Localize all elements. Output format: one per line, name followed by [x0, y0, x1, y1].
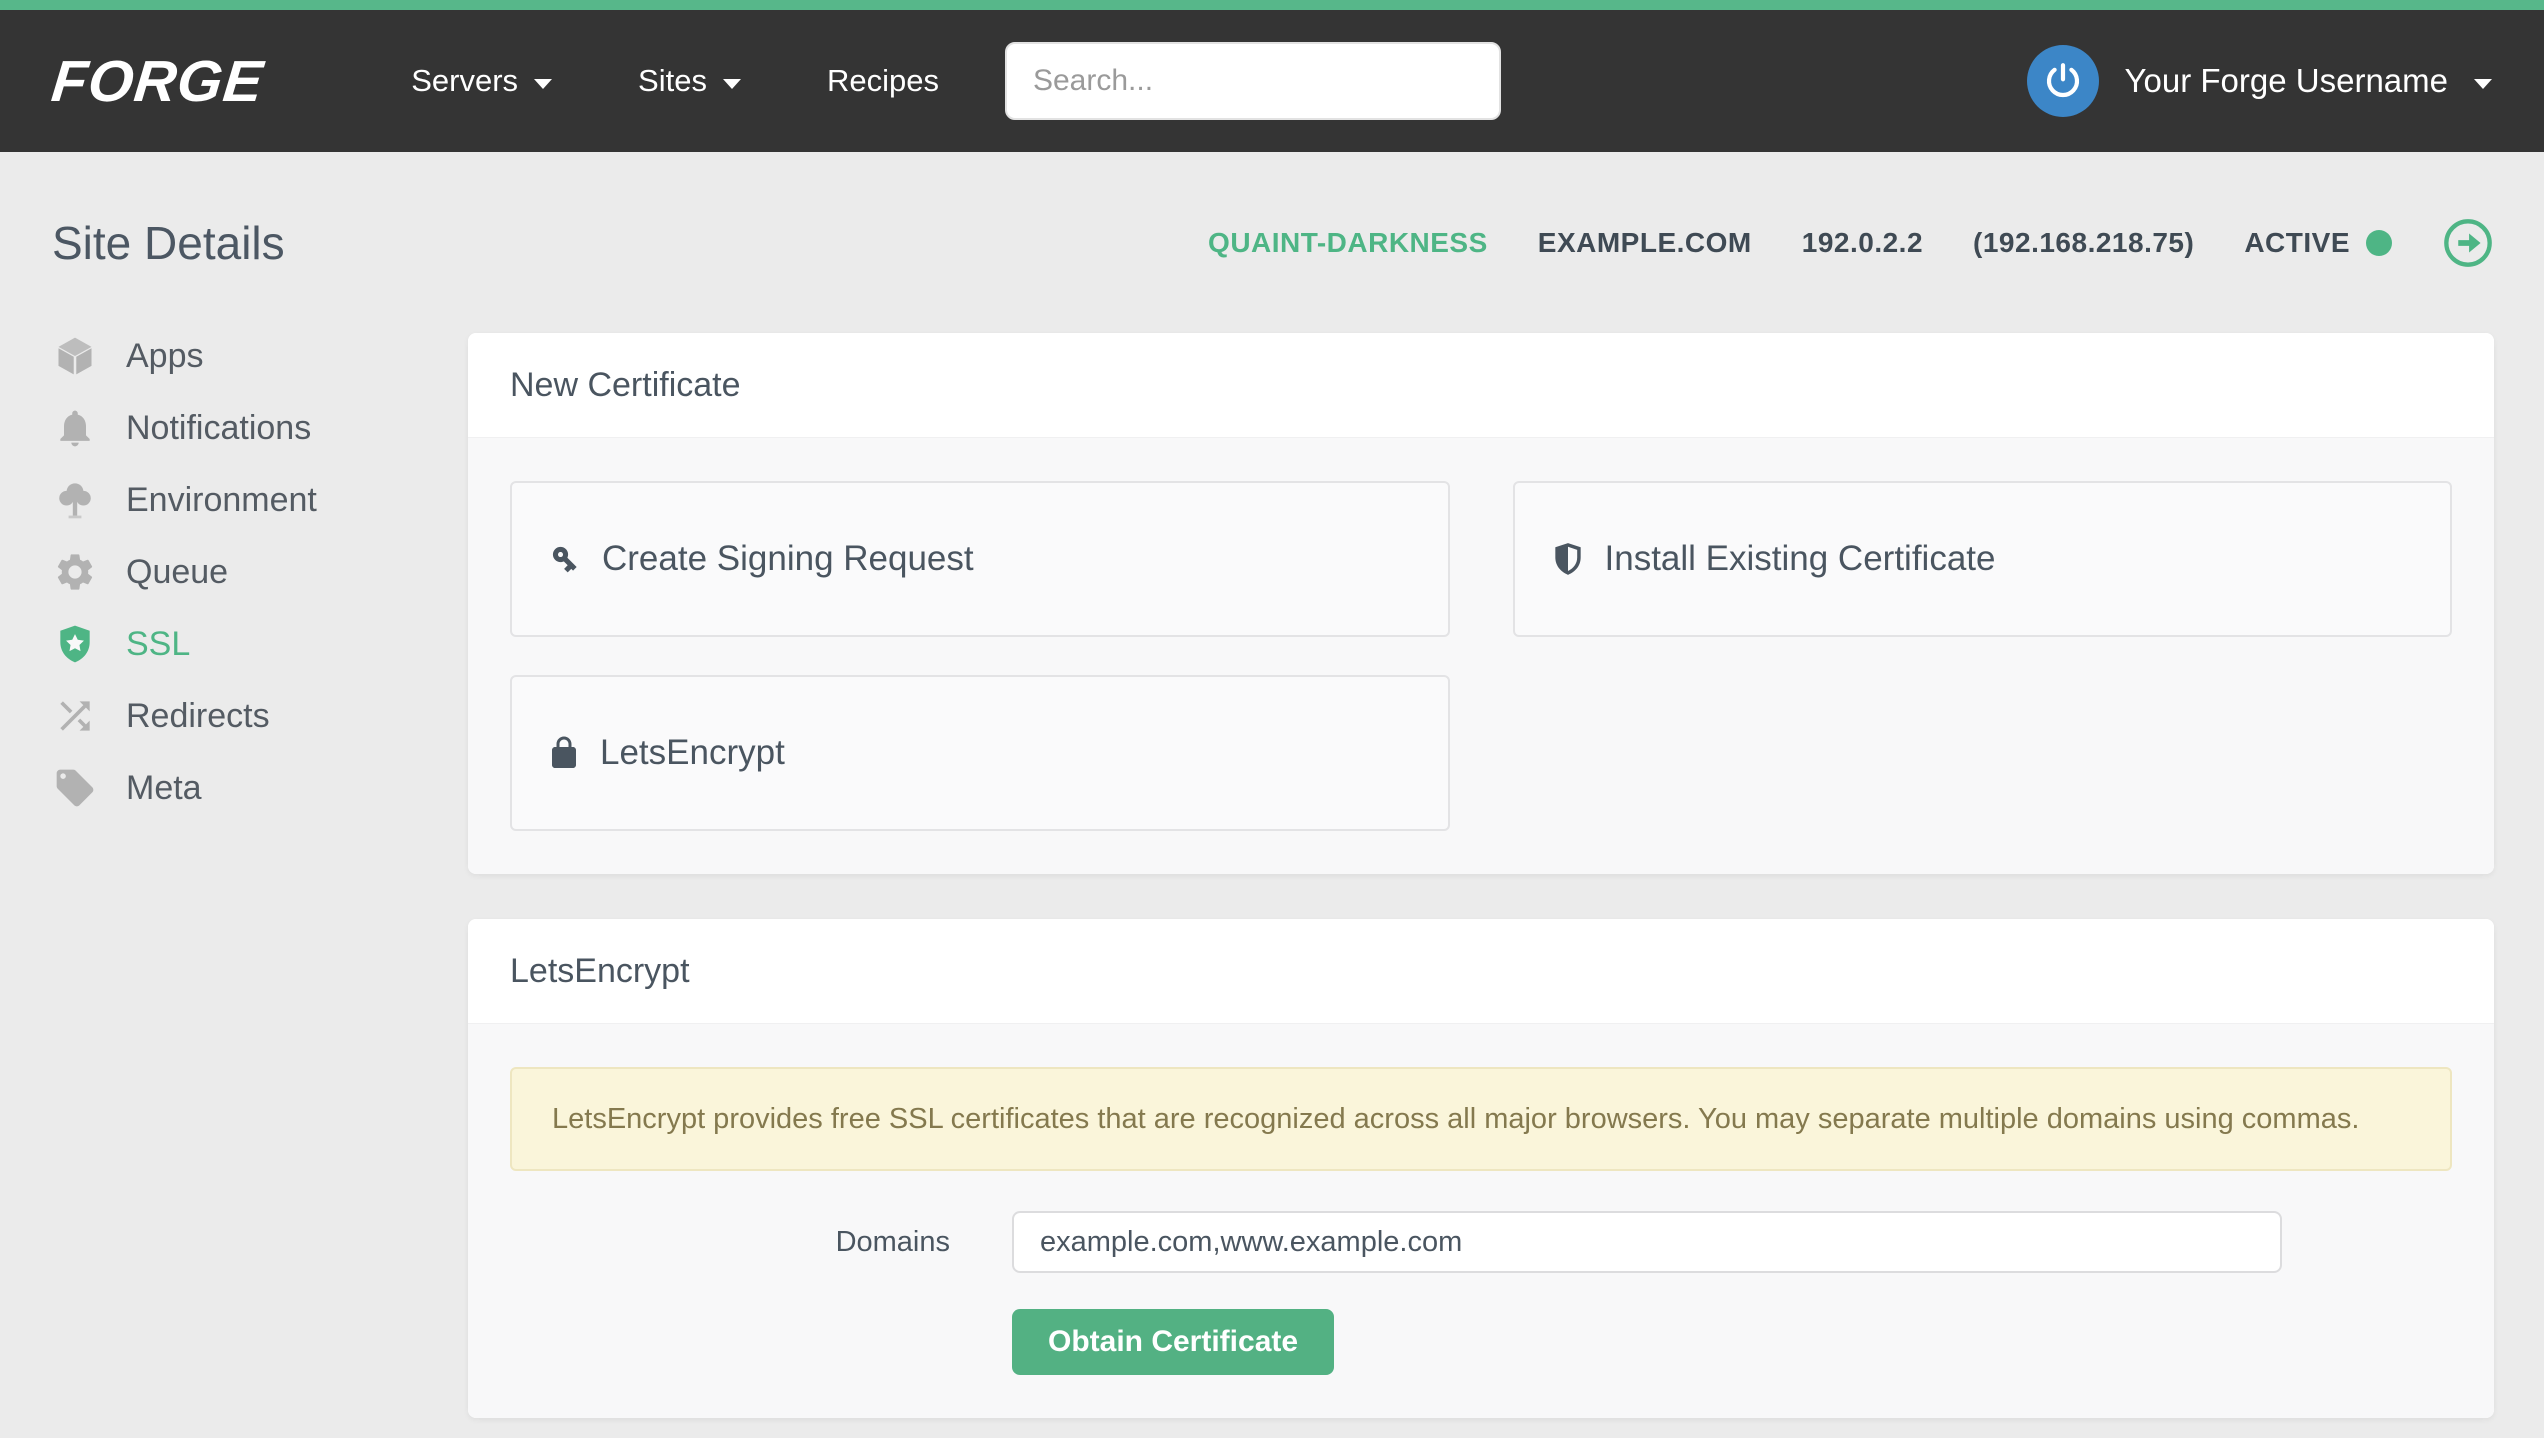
forge-logo[interactable]: FORGE	[48, 48, 266, 115]
server-private-ip: (192.168.218.75)	[1973, 227, 2194, 259]
new-certificate-panel: New Certificate	[468, 333, 2494, 874]
tree-icon	[52, 477, 98, 523]
server-name-link[interactable]: QUAINT-DARKNESS	[1208, 227, 1488, 259]
sidebar-item-label: Redirects	[126, 697, 270, 736]
site-sidebar: Apps Notifications	[52, 320, 468, 824]
status-dot-icon	[2366, 230, 2392, 256]
sidebar-item-label: Queue	[126, 553, 228, 592]
page-title: Site Details	[52, 216, 285, 270]
card-label: Create Signing Request	[602, 539, 974, 579]
obtain-certificate-button[interactable]: Obtain Certificate	[1012, 1309, 1334, 1375]
shield-icon	[1549, 540, 1587, 578]
content-layout: Apps Notifications	[52, 320, 2494, 1418]
site-domain-link[interactable]: EXAMPLE.COM	[1538, 227, 1752, 259]
server-ip: 192.0.2.2	[1802, 227, 1923, 259]
sidebar-item-label: Notifications	[126, 409, 311, 448]
site-meta-bar: QUAINT-DARKNESS EXAMPLE.COM 192.0.2.2 (1…	[1208, 217, 2494, 269]
user-menu[interactable]: Your Forge Username	[2027, 45, 2492, 117]
main-menu: Servers Sites Recipes	[411, 63, 939, 99]
install-existing-certificate-card[interactable]: Install Existing Certificate	[1513, 481, 2453, 637]
domains-form-row: Domains	[510, 1211, 2452, 1273]
menu-recipes[interactable]: Recipes	[827, 63, 939, 99]
top-navbar: FORGE Servers Sites Recipes Your For	[0, 10, 2544, 152]
top-accent-bar	[0, 0, 2544, 10]
domains-label: Domains	[510, 1226, 1012, 1259]
card-label: LetsEncrypt	[600, 733, 785, 773]
menu-recipes-label: Recipes	[827, 63, 939, 99]
chevron-down-icon	[723, 79, 741, 89]
page-content: Site Details QUAINT-DARKNESS EXAMPLE.COM…	[0, 216, 2544, 1418]
main-column: New Certificate	[468, 320, 2494, 1418]
letsencrypt-panel: LetsEncrypt LetsEncrypt provides free SS…	[468, 919, 2494, 1418]
chevron-down-icon	[534, 79, 552, 89]
bell-icon	[52, 405, 98, 451]
cube-icon	[52, 333, 98, 379]
sidebar-item-queue[interactable]: Queue	[52, 536, 468, 608]
lock-icon	[546, 735, 582, 771]
username: Your Forge Username	[2125, 62, 2448, 100]
sidebar-item-label: SSL	[126, 625, 190, 664]
create-signing-request-card[interactable]: Create Signing Request	[510, 481, 1450, 637]
card-label: Install Existing Certificate	[1605, 539, 1996, 579]
menu-sites-label: Sites	[638, 63, 707, 99]
page-header: Site Details QUAINT-DARKNESS EXAMPLE.COM…	[52, 216, 2494, 270]
certificate-options: Create Signing Request Install Existing	[510, 481, 2452, 831]
form-actions: Obtain Certificate	[510, 1309, 2452, 1375]
status-badge: ACTIVE	[2244, 227, 2392, 259]
letsencrypt-info-alert: LetsEncrypt provides free SSL certificat…	[510, 1067, 2452, 1171]
menu-sites[interactable]: Sites	[638, 63, 741, 99]
shuffle-icon	[52, 693, 98, 739]
new-certificate-body: Create Signing Request Install Existing	[468, 438, 2494, 874]
search-input[interactable]	[1005, 42, 1501, 120]
domains-input[interactable]	[1012, 1211, 2282, 1273]
sidebar-item-label: Meta	[126, 769, 202, 808]
shield-star-icon	[52, 621, 98, 667]
tag-icon	[52, 765, 98, 811]
sidebar-item-environment[interactable]: Environment	[52, 464, 468, 536]
status-label: ACTIVE	[2244, 227, 2350, 259]
arrow-right-circle-icon	[2442, 217, 2494, 269]
letsencrypt-card[interactable]: LetsEncrypt	[510, 675, 1450, 831]
sidebar-item-ssl[interactable]: SSL	[52, 608, 468, 680]
panel-title: New Certificate	[468, 333, 2494, 438]
menu-servers[interactable]: Servers	[411, 63, 552, 99]
letsencrypt-body: LetsEncrypt provides free SSL certificat…	[468, 1024, 2494, 1418]
sidebar-item-label: Apps	[126, 337, 204, 376]
menu-servers-label: Servers	[411, 63, 518, 99]
go-to-site-button[interactable]	[2442, 217, 2494, 269]
sidebar-item-notifications[interactable]: Notifications	[52, 392, 468, 464]
chevron-down-icon	[2474, 79, 2492, 89]
sidebar-item-apps[interactable]: Apps	[52, 320, 468, 392]
avatar	[2027, 45, 2099, 117]
panel-title: LetsEncrypt	[468, 919, 2494, 1024]
gear-icon	[52, 549, 98, 595]
sidebar-item-label: Environment	[126, 481, 317, 520]
key-icon	[546, 540, 584, 578]
sidebar-item-redirects[interactable]: Redirects	[52, 680, 468, 752]
sidebar-item-meta[interactable]: Meta	[52, 752, 468, 824]
power-icon	[2042, 60, 2084, 102]
app-root: FORGE Servers Sites Recipes Your For	[0, 0, 2544, 1438]
